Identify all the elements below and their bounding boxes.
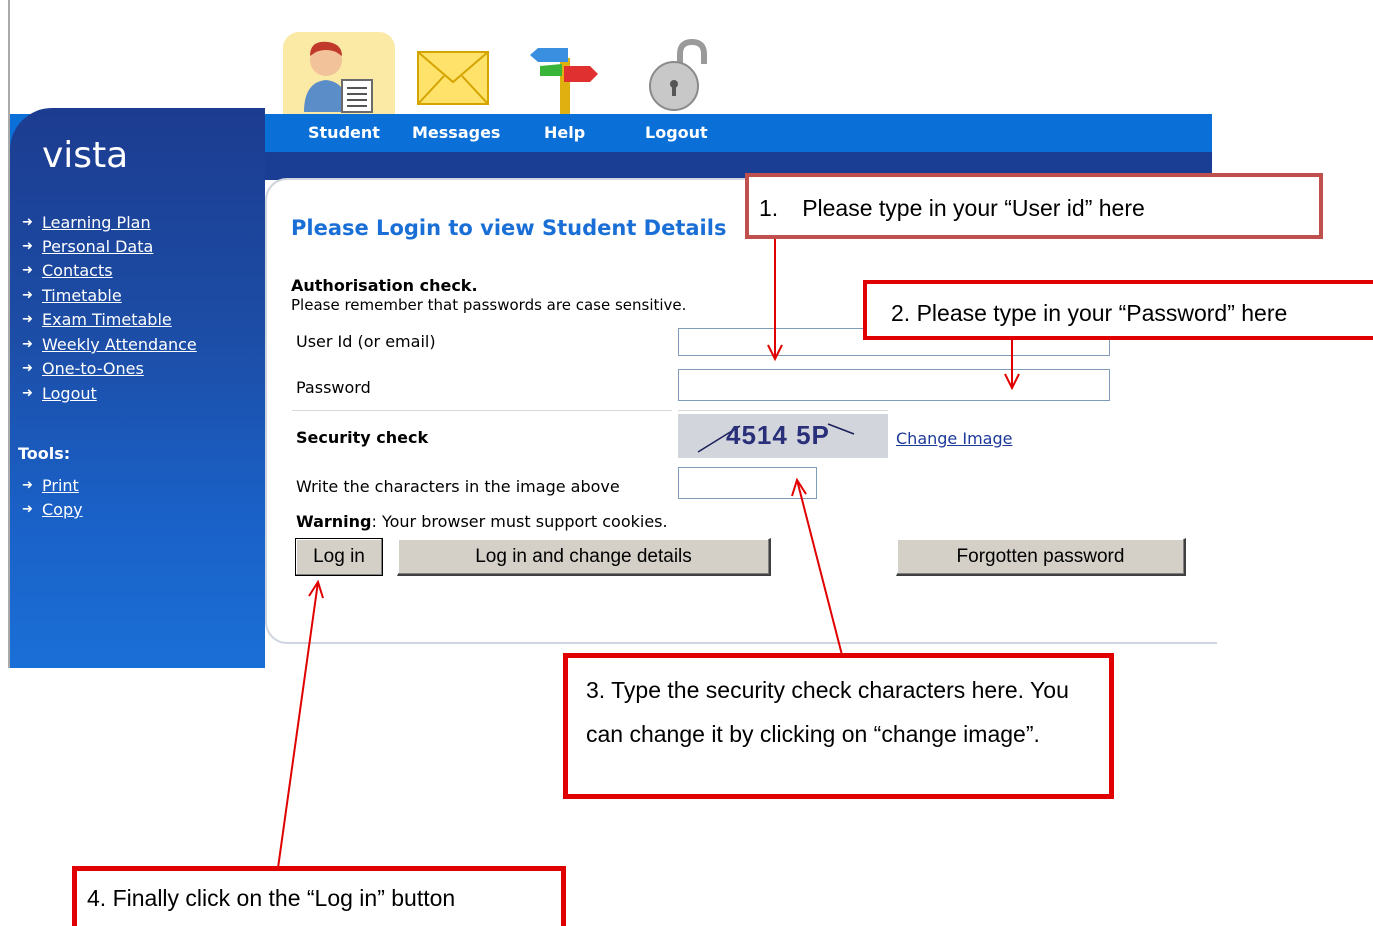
- sidebar-item-weekly-attendance[interactable]: ➜ Weekly Attendance: [22, 335, 197, 354]
- nav-logout[interactable]: Logout: [645, 123, 708, 142]
- sidebar-item-print[interactable]: ➜ Print: [22, 476, 79, 495]
- security-check-label: Security check: [296, 428, 429, 447]
- arrow-right-icon: ➜: [22, 386, 33, 401]
- page-title: Please Login to view Student Details: [291, 216, 727, 240]
- tools-heading: Tools:: [18, 444, 71, 463]
- userid-label: User Id (or email): [296, 332, 436, 351]
- envelope-icon[interactable]: [416, 44, 490, 108]
- nav-help[interactable]: Help: [544, 123, 585, 142]
- callout-security-check: 3. Type the security check characters he…: [563, 653, 1114, 799]
- captcha-text: 4514 5P: [726, 420, 830, 450]
- warning-label: Warning: [296, 512, 372, 531]
- arrow-right-icon: ➜: [22, 263, 33, 278]
- signpost-icon[interactable]: [528, 40, 600, 116]
- divider: [678, 410, 888, 411]
- captcha-input[interactable]: [678, 467, 817, 499]
- captcha-image: 4514 5P: [678, 414, 888, 458]
- arrow-right-icon: ➜: [22, 312, 33, 327]
- sidebar-item-personal-data[interactable]: ➜ Personal Data: [22, 237, 153, 256]
- captcha-input-label: Write the characters in the image above: [296, 477, 620, 496]
- forgotten-password-button[interactable]: Forgotten password: [896, 538, 1186, 576]
- arrow-right-icon: ➜: [22, 215, 33, 230]
- auth-note: Please remember that passwords are case …: [291, 296, 687, 314]
- arrow-right-icon: ➜: [22, 239, 33, 254]
- cookie-warning: Warning: Your browser must support cooki…: [296, 512, 668, 531]
- callout-login-button: 4. Finally click on the “Log in” button: [72, 866, 566, 926]
- sidebar-item-timetable[interactable]: ➜ Timetable: [22, 286, 122, 305]
- sidebar-item-learning-plan[interactable]: ➜ Learning Plan: [22, 213, 151, 232]
- sidebar-item-copy[interactable]: ➜ Copy: [22, 500, 83, 519]
- student-icon[interactable]: [296, 38, 382, 114]
- sidebar-item-exam-timetable[interactable]: ➜ Exam Timetable: [22, 310, 172, 329]
- brand-logo: vista: [42, 135, 129, 176]
- sidebar-item-one-to-ones[interactable]: ➜ One-to-Ones: [22, 359, 144, 378]
- sidebar-item-contacts[interactable]: ➜ Contacts: [22, 261, 113, 280]
- callout-userid-number: 1.: [759, 195, 779, 221]
- callout-password: 2. Please type in your “Password” here: [863, 280, 1373, 340]
- divider: [292, 410, 672, 411]
- nav-student[interactable]: Student: [308, 123, 380, 142]
- change-image-link[interactable]: Change Image: [896, 429, 1012, 448]
- padlock-icon[interactable]: [646, 38, 710, 112]
- auth-heading: Authorisation check.: [291, 276, 478, 295]
- arrow-right-icon: ➜: [22, 361, 33, 376]
- arrow-right-icon: ➜: [22, 502, 33, 517]
- warning-text: : Your browser must support cookies.: [371, 512, 668, 531]
- sidebar-item-logout[interactable]: ➜ Logout: [22, 384, 97, 403]
- login-button[interactable]: Log in: [295, 538, 383, 576]
- callout-userid-text: Please type in your “User id” here: [802, 195, 1145, 221]
- arrow-right-icon: ➜: [22, 478, 33, 493]
- arrow-right-icon: ➜: [22, 337, 33, 352]
- password-label: Password: [296, 378, 371, 397]
- login-change-details-button[interactable]: Log in and change details: [397, 538, 771, 576]
- callout-userid: 1. Please type in your “User id” here: [745, 173, 1323, 239]
- password-input[interactable]: [678, 369, 1110, 401]
- arrow-right-icon: ➜: [22, 288, 33, 303]
- nav-messages[interactable]: Messages: [412, 123, 500, 142]
